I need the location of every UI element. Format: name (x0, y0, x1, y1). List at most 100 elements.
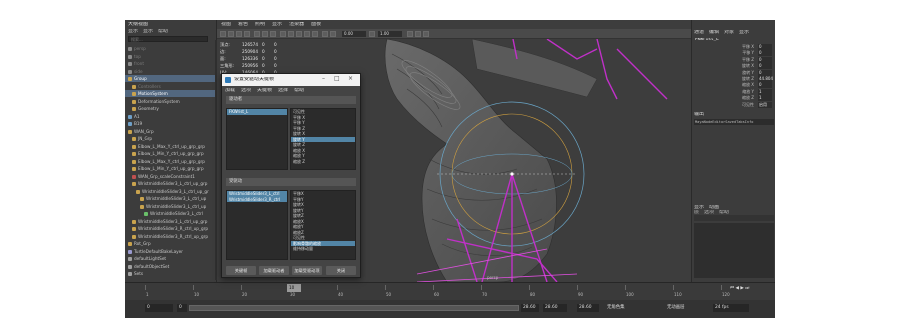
outliner-row[interactable]: WristmiddleSlider3_L_ctrl (125, 210, 215, 217)
layer-toolbar[interactable] (694, 215, 774, 221)
film-gate-icon[interactable] (262, 31, 268, 37)
outliner-row[interactable]: Group (125, 75, 215, 82)
image-plane-icon[interactable] (244, 31, 250, 37)
outliner-row[interactable]: WristmiddleSlider3_R_ctrl_up_grp (125, 233, 215, 240)
gamma-icon[interactable] (369, 31, 375, 37)
driven-section-header[interactable]: 受驱动 (226, 178, 356, 186)
outliner-row[interactable]: WAN_Grp (125, 128, 215, 135)
bookmark-icon[interactable] (236, 31, 242, 37)
fps-dropdown[interactable]: 24 fps (713, 304, 749, 312)
outliner-row[interactable]: WAN_Grp_scaleConstraint1 (125, 173, 215, 180)
channel-row[interactable]: 缩放 X 0 (694, 82, 772, 89)
dialog-menu-item-4[interactable]: 帮助 (294, 88, 304, 93)
outliner-row[interactable]: persp (125, 45, 215, 52)
outliner-row[interactable]: WristmiddleSlider3_L_ctrl_up_gr (125, 188, 215, 195)
outliner-search-input[interactable]: 搜索... (128, 36, 208, 42)
outliner-row[interactable]: Controllers (125, 83, 215, 90)
maximize-icon[interactable]: □ (334, 76, 340, 82)
range-start-inner-field[interactable]: 0 (177, 304, 187, 312)
driven-attribute-item[interactable]: 维持移动量 (291, 246, 355, 252)
dialog-menu-item-1[interactable]: 选项 (241, 88, 251, 93)
minimize-icon[interactable]: – (322, 76, 325, 82)
outliner-scrollbar[interactable] (215, 40, 217, 280)
outliner-row[interactable]: defaultLightSet (125, 255, 215, 262)
outliner-menu-item-2[interactable]: 帮助 (158, 29, 168, 34)
channel-row[interactable]: 平移 Y 0 (694, 50, 772, 57)
channel-value[interactable]: 0 (758, 63, 772, 70)
channel-value[interactable]: 1 (758, 88, 772, 95)
playback-buttons[interactable]: ⏮ ◀ ▶ ⏭ (730, 286, 749, 291)
channel-row[interactable]: 旋转 Z 44.804 (694, 76, 773, 82)
viewport-menu-item-5[interactable]: 面板 (311, 22, 321, 27)
outliner-row[interactable]: Rot_Grp (125, 240, 215, 247)
load-driven-button[interactable]: 加载受驱动项 (292, 266, 322, 275)
xray-icon[interactable] (322, 31, 328, 37)
outliner-row[interactable]: A1 (125, 113, 215, 120)
driven-object-item[interactable]: WristmiddleSlider3_L_ctrl (227, 191, 287, 197)
resolution-gate-icon[interactable] (270, 31, 276, 37)
outliner-row[interactable]: top (125, 53, 215, 60)
shadows-icon[interactable] (312, 31, 318, 37)
outliner-row[interactable]: WristmiddleSlider3_R_ctrl_up_grp (125, 225, 215, 232)
textured-icon[interactable] (296, 31, 302, 37)
outliner-row[interactable]: defaultObjectSet (125, 263, 215, 270)
range-slider[interactable] (189, 305, 519, 311)
channel-value[interactable]: 0 (758, 56, 772, 63)
channel-value[interactable]: 0 (758, 44, 772, 50)
output-command-line[interactable]: MayaNodeEditorSavedTabsInfo (694, 119, 774, 125)
channel-value[interactable]: 44.804 (758, 76, 773, 82)
outliner-row[interactable]: TurtleDefaultBakeLayer (125, 248, 215, 255)
grid-icon[interactable] (254, 31, 260, 37)
outliner-row[interactable]: Elbow_L_Max_Y_ctrl_up_grp_grp (125, 158, 215, 165)
dialog-menu-item-2[interactable]: 关键帧 (257, 88, 272, 93)
lock-camera-icon[interactable] (228, 31, 234, 37)
smooth-shade-icon[interactable] (288, 31, 294, 37)
driver-attribute-item[interactable]: 缩放 Z (291, 159, 355, 165)
channel-box-tab-0[interactable]: 通道 (694, 30, 704, 35)
current-frame-marker[interactable]: 10 (287, 284, 301, 292)
channel-row[interactable]: 可见性 启用 (694, 101, 772, 108)
channel-value[interactable]: 0 (758, 82, 772, 89)
outliner-menu-item-1[interactable]: 显示 (143, 29, 153, 34)
outliner-row[interactable]: side (125, 68, 215, 75)
channel-row[interactable]: 平移 X0 (694, 44, 772, 50)
exposure-field[interactable]: 0.00 (342, 31, 366, 37)
range-end-inner-field[interactable]: 28.60 (521, 304, 539, 312)
channel-value[interactable]: 0 (758, 69, 772, 76)
outliner-row[interactable]: WristmiddleSlider3_L_ctrl_up (125, 203, 215, 210)
outliner-row[interactable]: JN_Grp (125, 135, 215, 142)
close-icon[interactable]: × (348, 76, 353, 82)
dialog-menu-item-0[interactable]: 加载 (225, 88, 235, 93)
wireframe-icon[interactable] (280, 31, 286, 37)
outliner-row[interactable]: WristmiddleSlider3_L_ctrl_up_grp (125, 218, 215, 225)
driver-attribute-list[interactable]: 可见性 平移 X 平移 Y 平移 Z 旋转 X 旋转 Y 旋转 Z 缩放 X 缩放 Y 缩放 Z (290, 108, 356, 170)
driven-object-list[interactable]: WristmiddleSlider3_L_ctrl WristmiddleSlid… (226, 190, 288, 260)
channel-box-tab-1[interactable]: 编辑 (709, 30, 719, 35)
lights-icon[interactable] (304, 31, 310, 37)
channel-row[interactable]: 平移 Z 0 (694, 56, 772, 63)
viewport-menu-item-0[interactable]: 视图 (221, 22, 231, 27)
load-driver-button[interactable]: 加载驱动者 (259, 266, 289, 275)
channel-value[interactable]: 启用 (758, 101, 772, 108)
driver-object-item[interactable]: FKWrist_L (227, 109, 287, 115)
character-set-dropdown[interactable]: 无角色集 (605, 304, 641, 312)
time-slider[interactable]: 1 10 20 30 40 50 60 70 80 90 100 110 120 10 ⏮ ◀ ▶ ⏭ (125, 282, 775, 300)
layer-list[interactable] (694, 223, 774, 278)
channel-row[interactable]: 缩放 Y 1 (694, 88, 772, 95)
isolate-icon[interactable] (415, 31, 421, 37)
outliner-row[interactable]: Sets (125, 270, 215, 277)
driver-section-header[interactable]: 驱动者 (226, 96, 356, 104)
outliner-row[interactable]: Elbow_L_Min_Y_ctrl_up_grp_grp (125, 150, 215, 157)
channel-value[interactable]: 0 (758, 50, 772, 57)
driver-object-list[interactable]: FKWrist_L (226, 108, 288, 170)
channel-value[interactable]: 1 (758, 95, 772, 102)
channel-box-tab-3[interactable]: 显示 (739, 30, 749, 35)
viewport-menu-item-1[interactable]: 着色 (238, 22, 248, 27)
gamma-field[interactable]: 1.00 (378, 31, 402, 37)
outliner-row[interactable]: Elbow_L_Max_Y_ctrl_up_grp_grp (125, 143, 215, 150)
channel-row[interactable]: 旋转 X 0 (694, 63, 772, 70)
driven-object-item[interactable]: WristmiddleSlider3_R_ctrl (227, 196, 287, 202)
driven-attribute-list[interactable]: 平移X 平移Y 旋转X 旋转Y 旋转Z 缩放X 缩放Y 缩放Z 可见性 影响骨骼的缩放 维持移动量 (290, 190, 356, 260)
dialog-menu-item-3[interactable]: 选择 (278, 88, 288, 93)
outliner-menu-item-0[interactable]: 显示 (128, 29, 138, 34)
